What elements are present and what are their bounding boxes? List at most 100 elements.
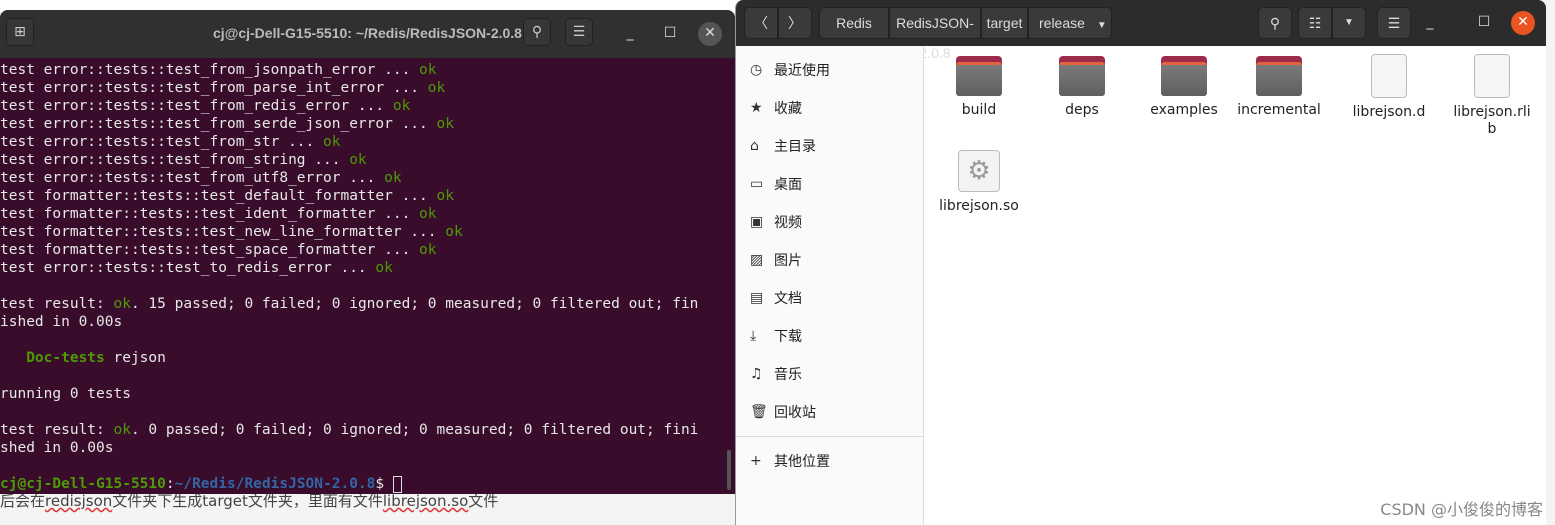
list-view-icon[interactable]: ☷ xyxy=(1298,7,1332,39)
sidebar-item-desktop[interactable]: ▭ 桌面 xyxy=(736,165,923,203)
terminal-line: test error::tests::test_to_redis_error .… xyxy=(0,260,393,276)
chevron-down-icon: ▼ xyxy=(1096,20,1107,31)
clock-icon: ◷ xyxy=(750,62,763,78)
sidebar-item-other-locations[interactable]: + 其他位置 xyxy=(736,442,923,480)
file-grid: build deps examples incremental librejso… xyxy=(924,46,1546,525)
file-label: librejson.so xyxy=(939,198,1019,214)
close-icon[interactable]: ✕ xyxy=(1511,11,1535,35)
watermark: CSDN @小俊俊的博客 xyxy=(1380,500,1543,519)
scrollbar[interactable] xyxy=(727,450,731,490)
sidebar-label: 主目录 xyxy=(774,139,816,155)
sidebar-label: 视频 xyxy=(774,215,802,231)
terminal-line: test error::tests::test_from_serde_json_… xyxy=(0,116,454,132)
terminal-output[interactable]: test error::tests::test_from_jsonpath_er… xyxy=(0,58,735,493)
terminal-line: test formatter::tests::test_ident_format… xyxy=(0,206,437,222)
terminal-line: test formatter::tests::test_new_line_for… xyxy=(0,224,463,240)
menu-icon[interactable]: ☰ xyxy=(1377,7,1411,39)
star-icon: ★ xyxy=(750,100,763,116)
sidebar-label: 文档 xyxy=(774,291,802,307)
file-librejson-so[interactable]: ⚙ librejson.so xyxy=(929,142,1029,215)
file-manager-window[interactable]: 〈 〉 Redis RedisJSON-2.0.8 target release… xyxy=(735,0,1546,525)
terminal-line: test error::tests::test_from_string ... … xyxy=(0,152,367,168)
folder-icon xyxy=(1059,56,1105,96)
sidebar-item-recent[interactable]: ◷ 最近使用 xyxy=(736,51,923,89)
file-label: incremental xyxy=(1237,102,1321,118)
maximize-icon[interactable]: ☐ xyxy=(1472,11,1496,35)
picture-icon: ▨ xyxy=(750,252,764,268)
terminal-line: running 0 tests xyxy=(0,386,131,402)
folder-deps[interactable]: deps xyxy=(1032,48,1132,119)
terminal-line: shed in 0.00s xyxy=(0,440,114,456)
breadcrumb-target[interactable]: target xyxy=(981,7,1028,39)
folder-build[interactable]: build xyxy=(929,48,1029,119)
terminal-line: cj@cj-Dell-G15-5510:~/Redis/RedisJSON-2.… xyxy=(0,475,735,493)
back-button[interactable]: 〈 xyxy=(744,7,778,39)
sidebar-item-downloads[interactable]: ⤓ 下载 xyxy=(736,317,923,355)
document-icon: ▤ xyxy=(750,290,764,306)
sidebar-label: 回收站 xyxy=(774,405,816,421)
video-icon: ▣ xyxy=(750,214,764,230)
sidebar-item-music[interactable]: ♫ 音乐 xyxy=(736,355,923,393)
sidebar-item-documents[interactable]: ▤ 文档 xyxy=(736,279,923,317)
file-manager-headerbar: 〈 〉 Redis RedisJSON-2.0.8 target release… xyxy=(736,0,1546,61)
breadcrumb-release[interactable]: release ▼ xyxy=(1028,7,1112,39)
breadcrumb-redisjson[interactable]: RedisJSON-2.0.8 xyxy=(889,7,981,61)
terminal-line: test error::tests::test_from_parse_int_e… xyxy=(0,80,446,96)
file-label: deps xyxy=(1065,102,1099,118)
divider xyxy=(736,436,923,437)
terminal-line: test error::tests::test_from_redis_error… xyxy=(0,98,411,114)
terminal-line: test result: ok. 0 passed; 0 failed; 0 i… xyxy=(0,422,699,438)
search-icon[interactable]: ⚲ xyxy=(1258,7,1292,39)
sidebar-label: 音乐 xyxy=(774,367,802,383)
sidebar-label: 收藏 xyxy=(774,101,802,117)
folder-examples[interactable]: examples xyxy=(1134,48,1234,119)
terminal-line: test formatter::tests::test_default_form… xyxy=(0,188,454,204)
search-icon[interactable]: ⚲ xyxy=(523,18,551,46)
sidebar: ◷ 最近使用 ★ 收藏 ⌂ 主目录 ▭ 桌面 ▣ 视频 ▨ 图片 ▤ 文档 ⤓ 下载 ♫ 音乐 🗑… xyxy=(736,46,924,525)
close-icon[interactable]: ✕ xyxy=(698,22,722,46)
desktop-icon: ▭ xyxy=(750,176,764,192)
file-librejson-d[interactable]: librejson.d xyxy=(1339,48,1439,121)
sidebar-label: 图片 xyxy=(774,253,802,269)
terminal-line: test error::tests::test_from_jsonpath_er… xyxy=(0,62,437,78)
file-label: librejson.rlib xyxy=(1453,104,1531,137)
sidebar-item-trash[interactable]: 🗑 回收站 xyxy=(736,393,923,431)
folder-incremental[interactable]: incremental xyxy=(1236,48,1322,119)
music-icon: ♫ xyxy=(750,366,763,382)
forward-button[interactable]: 〉 xyxy=(778,7,812,39)
terminal-line: test error::tests::test_from_utf8_error … xyxy=(0,170,402,186)
home-icon: ⌂ xyxy=(750,138,759,154)
minimize-icon[interactable]: _ xyxy=(1418,11,1442,35)
terminal-line: test formatter::tests::test_space_format… xyxy=(0,242,437,258)
view-options-chevron-icon[interactable]: ▼ xyxy=(1332,7,1366,39)
sidebar-item-starred[interactable]: ★ 收藏 xyxy=(736,89,923,127)
cursor xyxy=(392,475,402,493)
sidebar-label: 最近使用 xyxy=(774,63,830,79)
sidebar-item-home[interactable]: ⌂ 主目录 xyxy=(736,127,923,165)
breadcrumb-redis[interactable]: Redis xyxy=(819,7,889,39)
breadcrumb-release-label: release xyxy=(1039,15,1085,31)
download-icon: ⤓ xyxy=(750,328,757,344)
menu-icon[interactable]: ☰ xyxy=(565,18,593,46)
terminal-line: Doc-tests rejson xyxy=(0,350,166,366)
sidebar-label: 其他位置 xyxy=(774,454,830,470)
terminal-titlebar: ⊞ cj@cj-Dell-G15-5510: ~/Redis/RedisJSON… xyxy=(0,10,735,58)
folder-icon xyxy=(1256,56,1302,96)
maximize-icon[interactable]: ☐ xyxy=(658,22,682,46)
sidebar-item-videos[interactable]: ▣ 视频 xyxy=(736,203,923,241)
archive-file-icon xyxy=(1474,54,1510,98)
sidebar-item-pictures[interactable]: ▨ 图片 xyxy=(736,241,923,279)
terminal-window[interactable]: ⊞ cj@cj-Dell-G15-5510: ~/Redis/RedisJSON… xyxy=(0,10,735,494)
sidebar-label: 桌面 xyxy=(774,177,802,193)
file-label: build xyxy=(961,102,997,118)
minimize-icon[interactable]: _ xyxy=(618,22,642,46)
plus-icon: + xyxy=(750,453,762,469)
file-librejson-rlib[interactable]: librejson.rlib xyxy=(1452,48,1532,138)
terminal-line: ished in 0.00s xyxy=(0,314,123,330)
sidebar-label: 下载 xyxy=(774,329,802,345)
